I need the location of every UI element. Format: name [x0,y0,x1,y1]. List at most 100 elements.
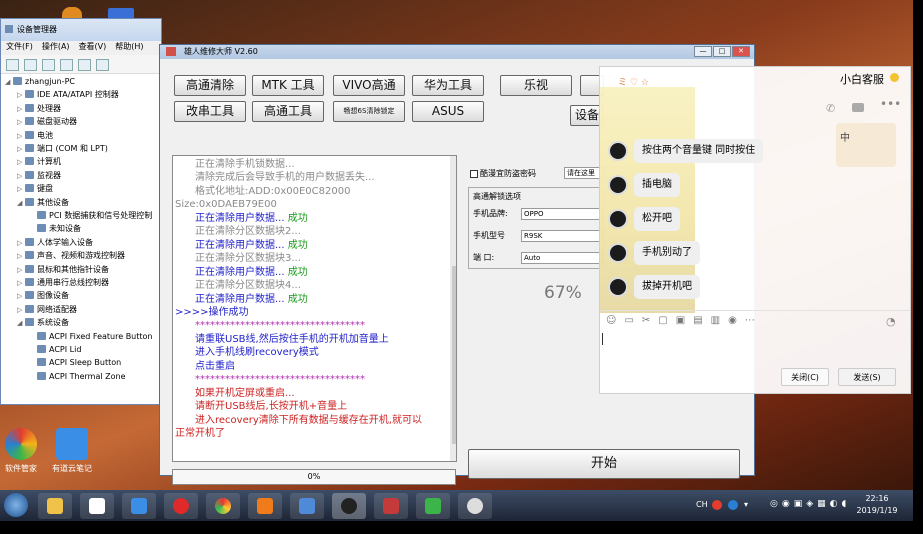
tree-node[interactable]: ◢ zhangjun-PC [5,75,75,88]
tree-node[interactable]: ACPI Sleep Button [29,356,121,369]
collapse-arrow-icon[interactable]: ▷ [17,183,25,196]
tree-node[interactable]: ◢ 其他设备 [17,196,69,209]
mtk-tool-button[interactable]: MTK 工具 [252,75,324,96]
tree-node[interactable]: PCI 数据捕获和信号处理控制 [29,209,152,222]
chat-avatar[interactable] [608,209,628,229]
leshi-button[interactable]: 乐视 [500,75,572,96]
antitheft-checkbox[interactable] [470,170,478,178]
tray-arrow-icon[interactable]: ▾ [744,500,748,509]
asus-button[interactable]: ASUS [412,101,484,122]
tree-node[interactable]: ▷ 端口 (COM 和 LPT) [17,142,108,155]
serial-change-button[interactable]: 改串工具 [174,101,246,122]
taskbar-app-1[interactable] [80,493,114,519]
tree-node[interactable]: ▷ 声音、视频和游戏控制器 [17,249,125,262]
taskbar-chrome[interactable] [206,493,240,519]
tray-app-icon[interactable] [712,500,722,510]
desktop-icon-youdao-note[interactable]: 有道云笔记 [42,428,102,474]
gif-icon[interactable]: ▭ [624,315,641,326]
start-orb-icon[interactable] [4,493,28,517]
tree-node[interactable]: ▷ 计算机 [17,155,61,168]
taskbar-bird[interactable] [290,493,324,519]
tree-node[interactable]: 未知设备 [29,222,81,235]
menu-action[interactable]: 操作(A) [42,42,70,51]
collapse-arrow-icon[interactable]: ▷ [17,116,25,129]
taskbar-opera[interactable] [164,493,198,519]
collapse-arrow-icon[interactable]: ▷ [17,103,25,116]
collapse-arrow-icon[interactable]: ▷ [17,130,25,143]
more-icon[interactable]: ••• [880,97,901,111]
taskbar-chat[interactable] [332,493,366,519]
taskbar-tool[interactable] [248,493,282,519]
collapse-arrow-icon[interactable]: ▷ [17,89,25,102]
tree-node[interactable]: ▷ 通用串行总线控制器 [17,276,109,289]
qualcomm-clear-button[interactable]: 高通清除 [174,75,246,96]
tree-node[interactable]: ▷ 鼠标和其他指针设备 [17,263,109,276]
taskbar-camera[interactable] [458,493,492,519]
huawei-tool-button[interactable]: 华为工具 [412,75,484,96]
taskbar-clock[interactable]: 22:16 2019/1/19 [852,493,902,517]
collapse-arrow-icon[interactable]: ▷ [17,250,25,263]
tree-node[interactable]: ▷ 处理器 [17,102,61,115]
tree-node[interactable]: ▷ IDE ATA/ATAPI 控制器 [17,88,119,101]
tree-node[interactable]: ACPI Lid [29,343,81,356]
start-button[interactable]: 开始 [468,449,740,479]
scissors-icon[interactable]: ✂ [642,315,658,326]
forward-icon[interactable] [24,59,37,71]
tray-icons[interactable]: ◎◉▣◈▦◐◖ [770,499,850,509]
collapse-arrow-icon[interactable]: ▷ [17,156,25,169]
menu-file[interactable]: 文件(F) [6,42,33,51]
taskbar-explorer[interactable] [38,493,72,519]
tree-node[interactable]: ▷ 网络适配器 [17,303,77,316]
folder-icon[interactable]: ▢ [658,315,675,326]
collapse-arrow-icon[interactable]: ▷ [17,277,25,290]
tree-node[interactable]: ▷ 监视器 [17,169,61,182]
taskbar-green[interactable] [416,493,450,519]
expand-arrow-icon[interactable]: ◢ [17,317,25,330]
taskbar-repair[interactable] [374,493,408,519]
tree-node[interactable]: ▷ 人体学输入设备 [17,236,93,249]
video-icon[interactable] [852,103,864,112]
scan-icon[interactable] [78,59,91,71]
tree-node[interactable]: ▷ 磁盘驱动器 [17,115,77,128]
collapse-arrow-icon[interactable]: ▷ [17,143,25,156]
monitor-icon[interactable] [96,59,109,71]
input-language[interactable]: CH [696,500,708,509]
tree-node[interactable]: ▷ 键盘 [17,182,53,195]
model-field[interactable]: R9SK [521,230,603,242]
chat-input-caret[interactable] [602,333,603,345]
help-icon[interactable] [60,59,73,71]
collapse-arrow-icon[interactable]: ▷ [17,304,25,317]
chat-avatar[interactable] [608,243,628,263]
chat-avatar[interactable] [608,175,628,195]
qualcomm-tool-button[interactable]: 高通工具 [252,101,324,122]
menu-help[interactable]: 帮助(H) [115,42,143,51]
chat-avatar[interactable] [608,277,628,297]
tree-node[interactable]: ▷ 图像设备 [17,289,69,302]
brand-field[interactable]: OPPO [521,208,603,220]
log-scrollbar-thumb[interactable] [452,266,456,444]
back-icon[interactable] [6,59,19,71]
send-button[interactable]: 发送(S) [838,368,896,386]
option-select[interactable]: 请在这里 [564,167,604,179]
menu-view[interactable]: 查看(V) [79,42,107,51]
close-chat-button[interactable]: 关闭(C) [781,368,829,386]
vivo-qualcomm-button[interactable]: VIVO高通 [333,75,405,96]
phone-icon[interactable]: ✆ [826,102,835,115]
properties-icon[interactable] [42,59,55,71]
screen-icon[interactable]: ▤ [693,315,710,326]
tree-node[interactable]: ▷ 电池 [17,129,53,142]
history-icon[interactable]: ◔ [886,315,896,328]
clipboard-icon[interactable]: ▥ [711,315,728,326]
tray-help-icon[interactable] [728,500,738,510]
minimize-button[interactable]: — [694,46,712,57]
image-icon[interactable]: ▣ [676,315,693,326]
tree-node[interactable]: ACPI Thermal Zone [29,370,126,383]
tree-node[interactable]: ◢ 系统设备 [17,316,69,329]
port-field[interactable]: Auto [521,252,603,264]
close-button[interactable]: ✕ [732,46,750,57]
collapse-arrow-icon[interactable]: ▷ [17,264,25,277]
emoji-icon[interactable]: ☺ [606,315,624,326]
taskbar-note[interactable] [122,493,156,519]
maximize-button[interactable]: □ [713,46,731,57]
collapse-arrow-icon[interactable]: ▷ [17,170,25,183]
